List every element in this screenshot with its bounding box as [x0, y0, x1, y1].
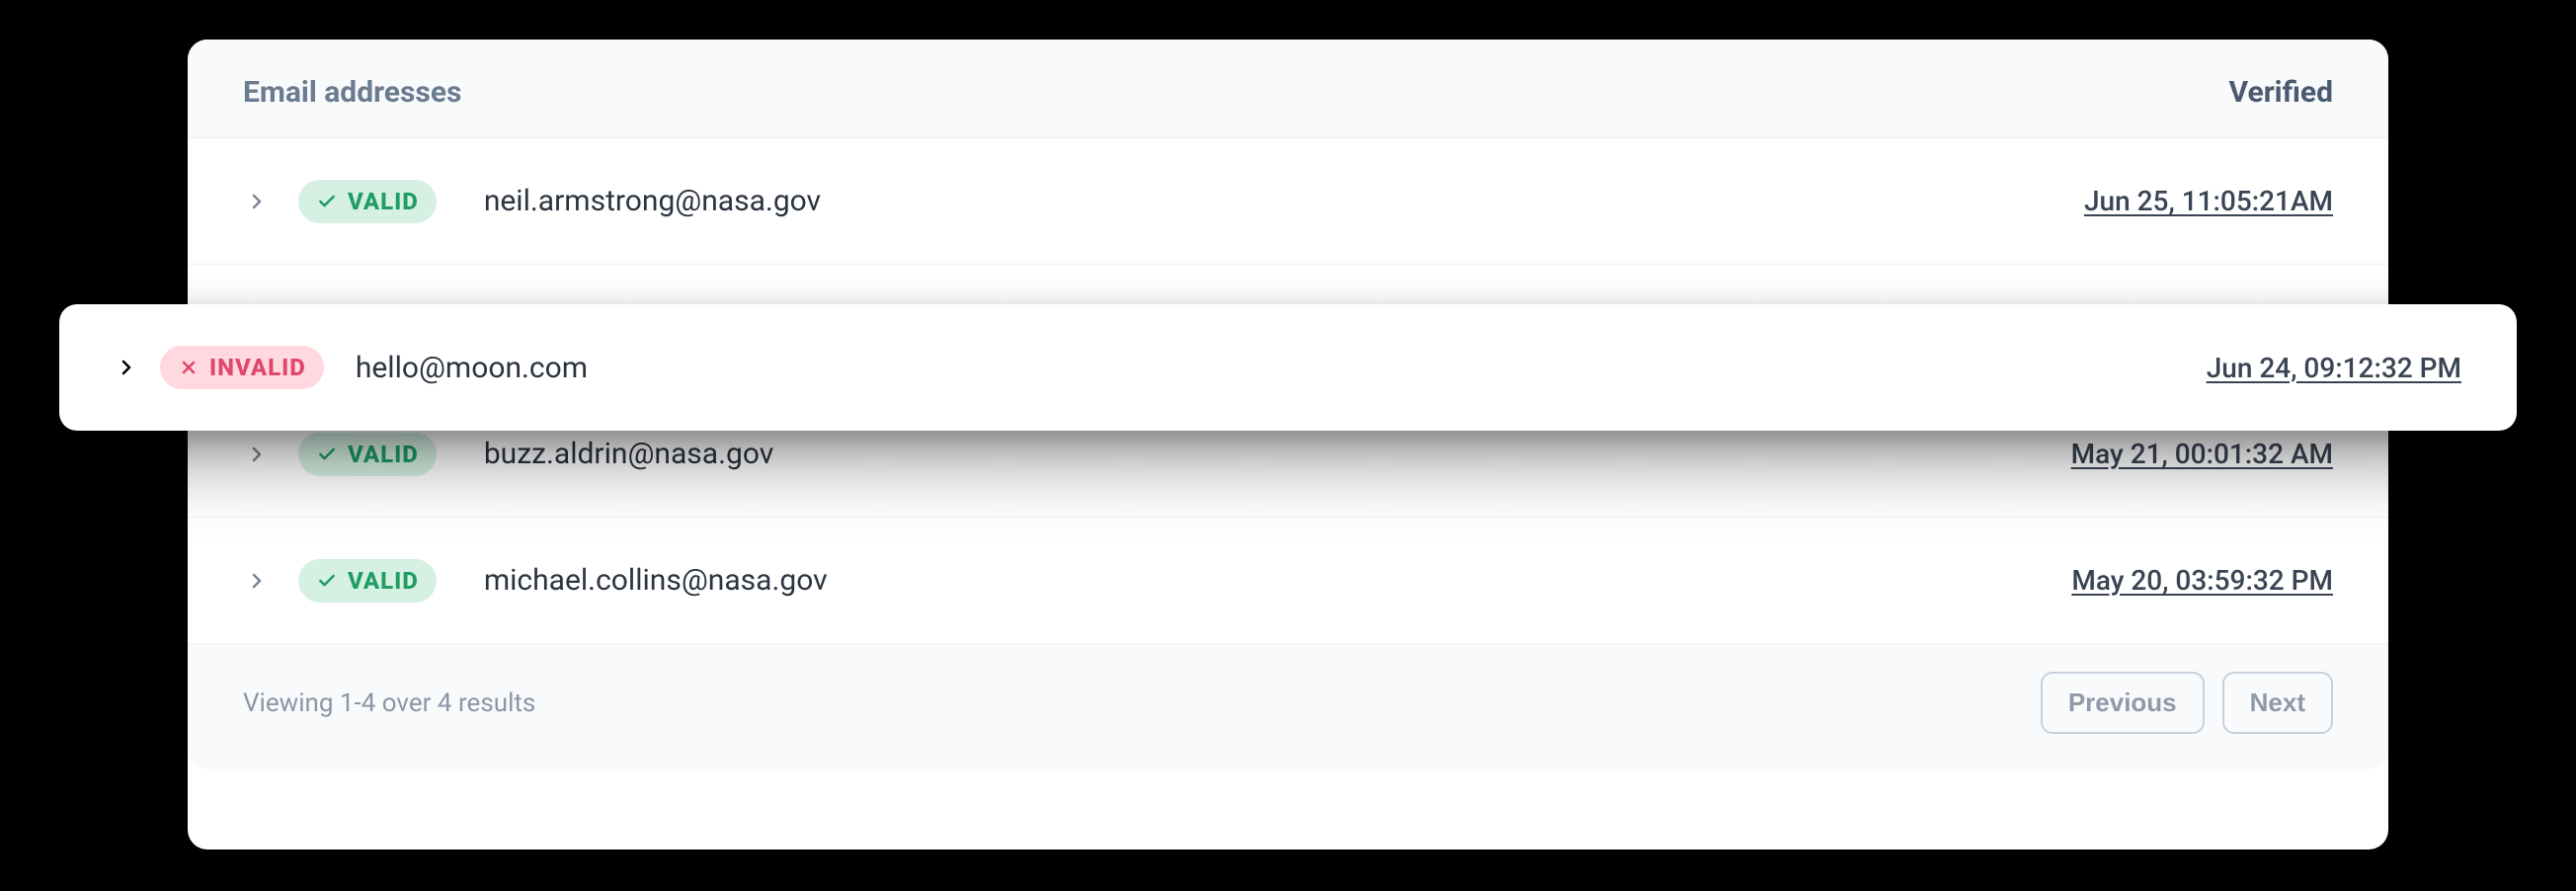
- table-row[interactable]: VALID michael.collins@nasa.gov May 20, 0…: [188, 518, 2388, 644]
- status-badge-label: VALID: [348, 441, 419, 468]
- check-icon: [316, 444, 338, 465]
- email-cell: buzz.aldrin@nasa.gov: [484, 437, 2071, 471]
- status-badge: VALID: [298, 180, 437, 223]
- email-verification-panel: Email addresses Verified VALID neil.arms…: [188, 40, 2388, 850]
- verified-timestamp: May 20, 03:59:32 PM: [2071, 564, 2333, 597]
- check-icon: [316, 191, 338, 212]
- column-header-verified: Verified: [2229, 75, 2333, 110]
- verified-timestamp: Jun 24, 09:12:32 PM: [2207, 352, 2461, 384]
- panel-header: Email addresses Verified: [188, 40, 2388, 138]
- status-badge: INVALID: [160, 346, 324, 389]
- x-icon: [178, 357, 200, 378]
- column-header-email: Email addresses: [243, 75, 461, 110]
- chevron-right-icon[interactable]: [243, 441, 271, 468]
- chevron-right-icon[interactable]: [115, 356, 138, 379]
- previous-button[interactable]: Previous: [2041, 672, 2205, 734]
- status-badge-label: INVALID: [209, 354, 306, 381]
- status-badge-label: VALID: [348, 567, 419, 595]
- status-badge: VALID: [298, 433, 437, 476]
- table-row-highlighted[interactable]: INVALID hello@moon.com Jun 24, 09:12:32 …: [59, 304, 2517, 431]
- email-cell: michael.collins@nasa.gov: [484, 563, 2072, 598]
- email-cell: neil.armstrong@nasa.gov: [484, 184, 2084, 218]
- status-badge-label: VALID: [348, 188, 419, 215]
- email-cell: hello@moon.com: [356, 351, 2207, 385]
- table-row[interactable]: VALID neil.armstrong@nasa.gov Jun 25, 11…: [188, 138, 2388, 265]
- chevron-right-icon[interactable]: [243, 567, 271, 595]
- chevron-right-icon[interactable]: [243, 188, 271, 215]
- pager: Previous Next: [2041, 672, 2333, 734]
- status-badge: VALID: [298, 559, 437, 603]
- results-summary: Viewing 1-4 over 4 results: [243, 688, 535, 718]
- verified-timestamp: May 21, 00:01:32 AM: [2071, 438, 2333, 470]
- check-icon: [316, 570, 338, 592]
- panel-footer: Viewing 1-4 over 4 results Previous Next: [188, 644, 2388, 770]
- verified-timestamp: Jun 25, 11:05:21AM: [2084, 185, 2333, 217]
- next-button[interactable]: Next: [2222, 672, 2333, 734]
